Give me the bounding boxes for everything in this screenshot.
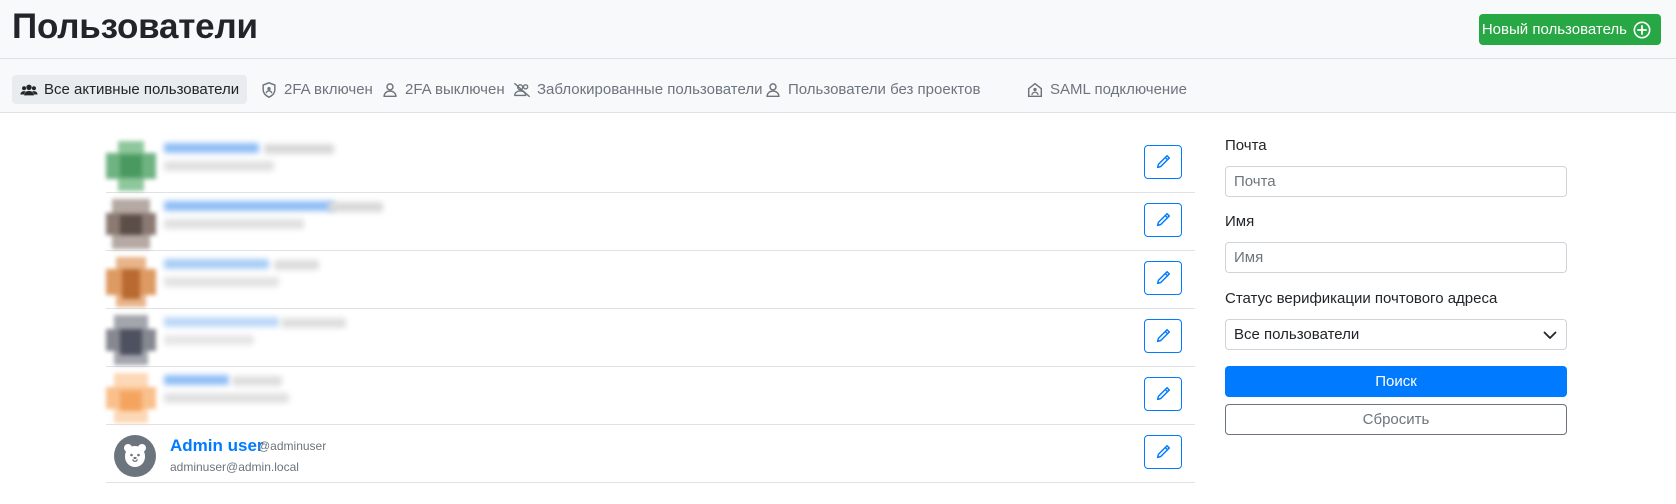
email-field[interactable] <box>1225 166 1567 197</box>
edit-button[interactable] <box>1144 145 1182 179</box>
blurred-handle <box>274 260 319 270</box>
edit-button[interactable] <box>1144 319 1182 353</box>
pencil-icon <box>1156 154 1171 169</box>
tab-users-without-projects[interactable]: Пользователи без проектов <box>756 75 988 104</box>
user-icon <box>766 82 780 97</box>
edit-button[interactable] <box>1144 377 1182 411</box>
email-label: Почта <box>1225 137 1267 154</box>
user-icon <box>383 82 397 97</box>
blurred-name <box>164 317 279 327</box>
avatar <box>106 199 156 249</box>
verification-value: Все пользователи <box>1234 326 1360 343</box>
blurred-name <box>164 259 269 269</box>
blurred-handle <box>264 144 334 154</box>
blurred-email <box>164 277 279 287</box>
verification-select[interactable]: Все пользователи <box>1225 319 1567 350</box>
pencil-icon <box>1156 212 1171 227</box>
bear-icon <box>124 444 146 467</box>
name-label: Имя <box>1225 213 1255 230</box>
reset-button[interactable]: Сбросить <box>1225 404 1567 435</box>
blurred-handle <box>232 376 282 386</box>
tab-label: 2FA выключен <box>405 81 505 98</box>
pencil-icon <box>1156 328 1171 343</box>
new-user-button[interactable]: Новый пользователь <box>1479 14 1661 45</box>
blurred-email <box>164 335 254 345</box>
list-item <box>106 193 1195 251</box>
page-header: Пользователи Новый пользователь <box>0 0 1676 59</box>
house-user-icon <box>1027 82 1043 97</box>
blurred-handle <box>328 202 383 212</box>
shield-icon <box>262 81 276 98</box>
page-title: Пользователи <box>12 7 258 46</box>
tab-label: Заблокированные пользователи <box>537 81 763 98</box>
edit-button[interactable] <box>1144 203 1182 237</box>
blurred-email <box>164 393 289 403</box>
list-item <box>106 367 1195 425</box>
edit-button[interactable] <box>1144 261 1182 295</box>
plus-circle-icon <box>1633 21 1651 38</box>
tab-label: SAML подключение <box>1050 81 1187 98</box>
tab-2fa-disabled[interactable]: 2FA выключен <box>373 75 513 104</box>
tab-saml-connection[interactable]: SAML подключение <box>1018 75 1195 104</box>
blurred-email <box>164 219 304 229</box>
tab-label: Все активные пользователи <box>44 81 240 98</box>
list-item <box>106 135 1195 193</box>
edit-button[interactable] <box>1144 435 1182 469</box>
blurred-email <box>164 161 274 171</box>
list-item: Admin user @adminuser adminuser@admin.lo… <box>106 425 1195 483</box>
user-name-link[interactable]: Admin user <box>170 436 264 456</box>
blurred-name <box>164 375 229 385</box>
verification-label: Статус верификации почтового адреса <box>1225 290 1498 307</box>
pencil-icon <box>1156 444 1171 459</box>
blurred-name <box>164 143 259 153</box>
avatar <box>106 315 156 365</box>
users-slash-icon <box>513 82 531 97</box>
avatar <box>114 435 156 477</box>
name-field[interactable] <box>1225 242 1567 273</box>
user-email: adminuser@admin.local <box>170 460 299 474</box>
blurred-name <box>164 201 334 211</box>
list-item <box>106 251 1195 309</box>
avatar <box>106 141 156 191</box>
pencil-icon <box>1156 270 1171 285</box>
user-handle: @adminuser <box>258 439 327 453</box>
new-user-label: Новый пользователь <box>1481 21 1627 38</box>
users-icon <box>20 84 38 95</box>
avatar <box>106 373 156 423</box>
tab-all-active-users[interactable]: Все активные пользователи <box>12 75 248 104</box>
pencil-icon <box>1156 386 1171 401</box>
search-button[interactable]: Поиск <box>1225 366 1567 397</box>
tab-2fa-enabled[interactable]: 2FA включен <box>252 75 381 104</box>
tab-blocked-users[interactable]: Заблокированные пользователи <box>505 75 770 104</box>
list-item <box>106 309 1195 367</box>
chevron-down-icon <box>1543 331 1557 339</box>
tabs-bar: Все активные пользователи 2FA включен 2F… <box>0 59 1676 113</box>
blurred-handle <box>281 318 346 328</box>
tab-label: 2FA включен <box>284 81 373 98</box>
avatar <box>106 257 156 307</box>
tab-label: Пользователи без проектов <box>788 81 981 98</box>
user-list: Admin user @adminuser adminuser@admin.lo… <box>106 135 1195 483</box>
